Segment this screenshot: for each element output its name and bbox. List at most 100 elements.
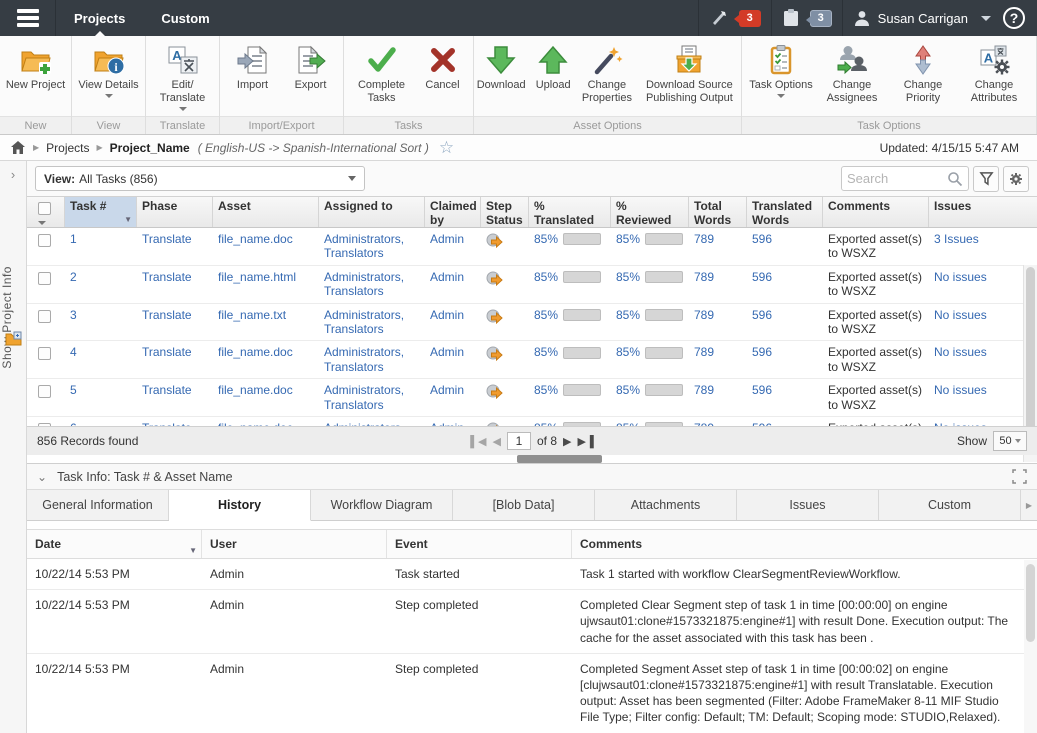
asset-link[interactable]: file_name.doc [218, 345, 293, 359]
select-all-checkbox[interactable] [38, 202, 51, 215]
settings-button[interactable] [1003, 166, 1029, 192]
column-header-comments[interactable]: Comments [823, 197, 929, 227]
phase-link[interactable]: Translate [142, 345, 192, 359]
column-header-claimed-by[interactable]: Claimed by [425, 197, 481, 227]
cancel-button[interactable]: Cancel [417, 42, 469, 94]
claimed-by-link[interactable]: Admin [430, 308, 464, 322]
history-column-event[interactable]: Event [387, 530, 572, 558]
prev-page-icon[interactable]: ◀ [493, 435, 501, 448]
change-attributes-button[interactable]: A Change Attributes [958, 42, 1030, 107]
search-input[interactable] [847, 171, 947, 186]
row-checkbox[interactable] [38, 385, 51, 398]
next-page-icon[interactable]: ▶ [563, 435, 571, 448]
claimed-by-link[interactable]: Admin [430, 270, 464, 284]
tab-attachments[interactable]: Attachments [595, 490, 737, 520]
claimed-by-link[interactable]: Admin [430, 383, 464, 397]
translated-words-link[interactable]: 596 [752, 308, 772, 322]
change-properties-button[interactable]: Change Properties [578, 42, 636, 107]
tools-notification[interactable]: 3 [698, 0, 771, 36]
select-all-header[interactable] [27, 197, 65, 227]
task-number-link[interactable]: 2 [70, 270, 77, 284]
user-menu[interactable]: Susan Carrigan [842, 0, 1001, 36]
history-row[interactable]: 10/22/14 5:53 PM Admin Task started Task… [27, 559, 1037, 590]
nav-tab-custom[interactable]: Custom [143, 0, 227, 36]
last-page-icon[interactable]: ▶▐ [577, 435, 593, 448]
asset-link[interactable]: file_name.txt [218, 308, 286, 322]
table-row[interactable]: 5 Translate file_name.doc Administrators… [27, 379, 1037, 417]
column-header-assigned-to[interactable]: Assigned to [319, 197, 425, 227]
download-source-publishing-output-button[interactable]: Download Source Publishing Output [638, 42, 741, 107]
project-folder-icon[interactable] [5, 331, 22, 346]
tab-history[interactable]: History [169, 490, 311, 521]
tabs-overflow-icon[interactable]: ▶ [1021, 490, 1037, 520]
table-row[interactable]: 1 Translate file_name.doc Administrators… [27, 228, 1037, 266]
edit-translate-button[interactable]: A Edit/ Translate [150, 42, 216, 113]
history-vertical-scrollbar[interactable] [1024, 560, 1037, 733]
task-number-link[interactable]: 3 [70, 308, 77, 322]
column-header-issues[interactable]: Issues [929, 197, 1021, 227]
translated-words-link[interactable]: 596 [752, 345, 772, 359]
export-button[interactable]: Export [283, 42, 339, 94]
tasks-notification[interactable]: 3 [771, 0, 842, 36]
claimed-by-link[interactable]: Admin [430, 345, 464, 359]
row-checkbox[interactable] [38, 310, 51, 323]
assigned-to-link[interactable]: Administrators, Translators [324, 345, 404, 373]
issues-link[interactable]: No issues [934, 345, 987, 359]
column-header-pct-translated[interactable]: % Translated [529, 197, 611, 227]
total-words-link[interactable]: 789 [694, 308, 714, 322]
favorite-star-icon[interactable]: ☆ [439, 138, 454, 158]
total-words-link[interactable]: 789 [694, 345, 714, 359]
assigned-to-link[interactable]: Administrators, Translators [324, 308, 404, 336]
history-row[interactable]: 10/22/14 5:53 PM Admin Step completed Co… [27, 590, 1037, 654]
task-options-button[interactable]: Task Options [748, 42, 814, 100]
phase-link[interactable]: Translate [142, 383, 192, 397]
collapse-panel-chevron-icon[interactable]: ⌄ [37, 470, 47, 484]
first-page-icon[interactable]: ▌◀ [470, 435, 486, 448]
upload-button[interactable]: Upload [530, 42, 576, 94]
step-status-icon[interactable] [486, 345, 503, 361]
column-header-phase[interactable]: Phase [137, 197, 213, 227]
search-icon[interactable] [947, 171, 963, 187]
assigned-to-link[interactable]: Administrators, Translators [324, 232, 404, 260]
table-row[interactable]: 3 Translate file_name.txt Administrators… [27, 304, 1037, 342]
tab-blob-data[interactable]: [Blob Data] [453, 490, 595, 520]
change-priority-button[interactable]: Change Priority [890, 42, 956, 107]
phase-link[interactable]: Translate [142, 270, 192, 284]
new-project-button[interactable]: New Project [3, 42, 69, 94]
table-row[interactable]: 2 Translate file_name.html Administrator… [27, 266, 1037, 304]
assigned-to-link[interactable]: Administrators, Translators [324, 270, 404, 298]
expand-panel-icon[interactable] [1012, 469, 1027, 484]
asset-link[interactable]: file_name.doc [218, 383, 293, 397]
home-icon[interactable] [10, 140, 26, 155]
history-column-date[interactable]: Date▼ [27, 530, 202, 558]
nav-tab-projects[interactable]: Projects [56, 0, 143, 36]
step-status-icon[interactable] [486, 308, 503, 324]
total-words-link[interactable]: 789 [694, 232, 714, 246]
view-select[interactable]: View: All Tasks (856) [35, 166, 365, 191]
scrollbar-thumb[interactable] [1026, 267, 1035, 437]
phase-link[interactable]: Translate [142, 308, 192, 322]
asset-link[interactable]: file_name.html [218, 270, 296, 284]
column-header-pct-reviewed[interactable]: % Reviewed [611, 197, 689, 227]
filter-button[interactable] [973, 166, 999, 192]
help-icon[interactable]: ? [1003, 7, 1025, 29]
show-project-info-label[interactable]: Show Project Info [0, 266, 27, 369]
task-number-link[interactable]: 4 [70, 345, 77, 359]
issues-link[interactable]: No issues [934, 383, 987, 397]
page-number-input[interactable] [507, 432, 531, 450]
horizontal-scrollbar-thumb[interactable] [517, 455, 602, 463]
complete-tasks-button[interactable]: Complete Tasks [349, 42, 415, 107]
tab-issues[interactable]: Issues [737, 490, 879, 520]
translated-words-link[interactable]: 596 [752, 383, 772, 397]
tab-custom[interactable]: Custom [879, 490, 1021, 520]
phase-link[interactable]: Translate [142, 232, 192, 246]
total-words-link[interactable]: 789 [694, 383, 714, 397]
row-checkbox[interactable] [38, 347, 51, 360]
table-row[interactable]: 4 Translate file_name.doc Administrators… [27, 341, 1037, 379]
claimed-by-link[interactable]: Admin [430, 232, 464, 246]
page-size-select[interactable]: 50 [993, 431, 1027, 451]
column-header-step-status[interactable]: Step Status [481, 197, 529, 227]
issues-link[interactable]: No issues [934, 270, 987, 284]
step-status-icon[interactable] [486, 383, 503, 399]
view-details-button[interactable]: i View Details [76, 42, 142, 100]
